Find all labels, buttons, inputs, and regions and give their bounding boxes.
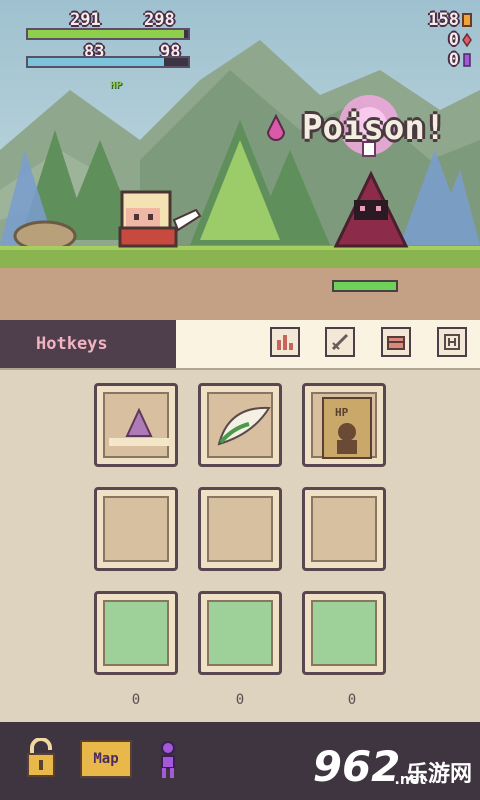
hotkey-slot-8[interactable]: [198, 591, 282, 675]
hotkey-slot-9[interactable]: [302, 591, 386, 675]
green-leaf-icon: [217, 406, 271, 446]
map-button[interactable]: Map: [80, 740, 132, 778]
hotkey-slot-7[interactable]: [94, 591, 178, 675]
tab-inventory[interactable]: [381, 327, 411, 357]
hp-tag-label: HP: [110, 80, 123, 91]
gold-value: 158: [428, 10, 459, 30]
hotkey-slot-3[interactable]: HP: [302, 383, 386, 467]
map-button-label: Map: [93, 751, 119, 767]
hotkey-slot-4[interactable]: [94, 487, 178, 571]
chest-icon: [387, 336, 405, 350]
hotkey-slot-2[interactable]: [198, 383, 282, 467]
enemy-hooded-mage[interactable]: [326, 170, 416, 250]
sword-icon: [331, 333, 349, 351]
hp-current: 291: [70, 10, 101, 30]
character-icon[interactable]: [156, 740, 180, 780]
ground-dirt: [0, 268, 480, 320]
poison-drop-icon: [266, 114, 286, 141]
tab-stats[interactable]: [270, 327, 300, 357]
hotkey-slot-5[interactable]: [198, 487, 282, 571]
svg-text:HP: HP: [335, 406, 349, 419]
hp-poster-icon: HP: [322, 397, 372, 459]
player-hud: 291 298 83 98: [26, 10, 196, 70]
stats-icon: [277, 335, 293, 350]
red-gem-counter: 0: [449, 30, 472, 50]
hp-max: 298: [144, 10, 175, 30]
enemy-hp-bar: [332, 280, 398, 292]
gold-counter: 158: [428, 10, 472, 30]
tab-hotkeys[interactable]: Hotkeys: [0, 320, 176, 368]
slot-count-1: 0: [131, 692, 141, 708]
mp-bar: [26, 56, 190, 68]
tab-hotkeys-label: Hotkeys: [36, 334, 108, 354]
tab-help[interactable]: [437, 327, 467, 357]
watermark-number: 962: [312, 742, 401, 791]
lock-icon[interactable]: [24, 738, 58, 778]
red-gem-value: 0: [448, 30, 459, 50]
hero-character[interactable]: [112, 180, 202, 250]
red-gem-icon: [462, 33, 472, 47]
hotkey-slot-6[interactable]: [302, 487, 386, 571]
slot-count-2: 0: [235, 692, 245, 708]
poison-status-text: Poison!: [302, 108, 446, 148]
purple-gem-icon: [463, 53, 471, 67]
help-icon: [444, 334, 460, 350]
hotkey-slot-1[interactable]: [94, 383, 178, 467]
menu-tabbar: Hotkeys: [0, 320, 480, 370]
hp-bar: [26, 28, 190, 40]
watermark-logo: 962 乐游网 .net: [313, 742, 472, 791]
purple-gem-value: 0: [448, 50, 459, 70]
slot-count-3: 0: [347, 692, 357, 708]
watermark-net: .net: [394, 772, 426, 788]
battle-scene: Poison! 291 298 83 98 HP 158 0 0: [0, 0, 480, 320]
tab-equipment[interactable]: [325, 327, 355, 357]
gold-coin-icon: [462, 13, 472, 27]
poison-flask-icon: [109, 407, 169, 446]
purple-gem-counter: 0: [449, 50, 472, 70]
